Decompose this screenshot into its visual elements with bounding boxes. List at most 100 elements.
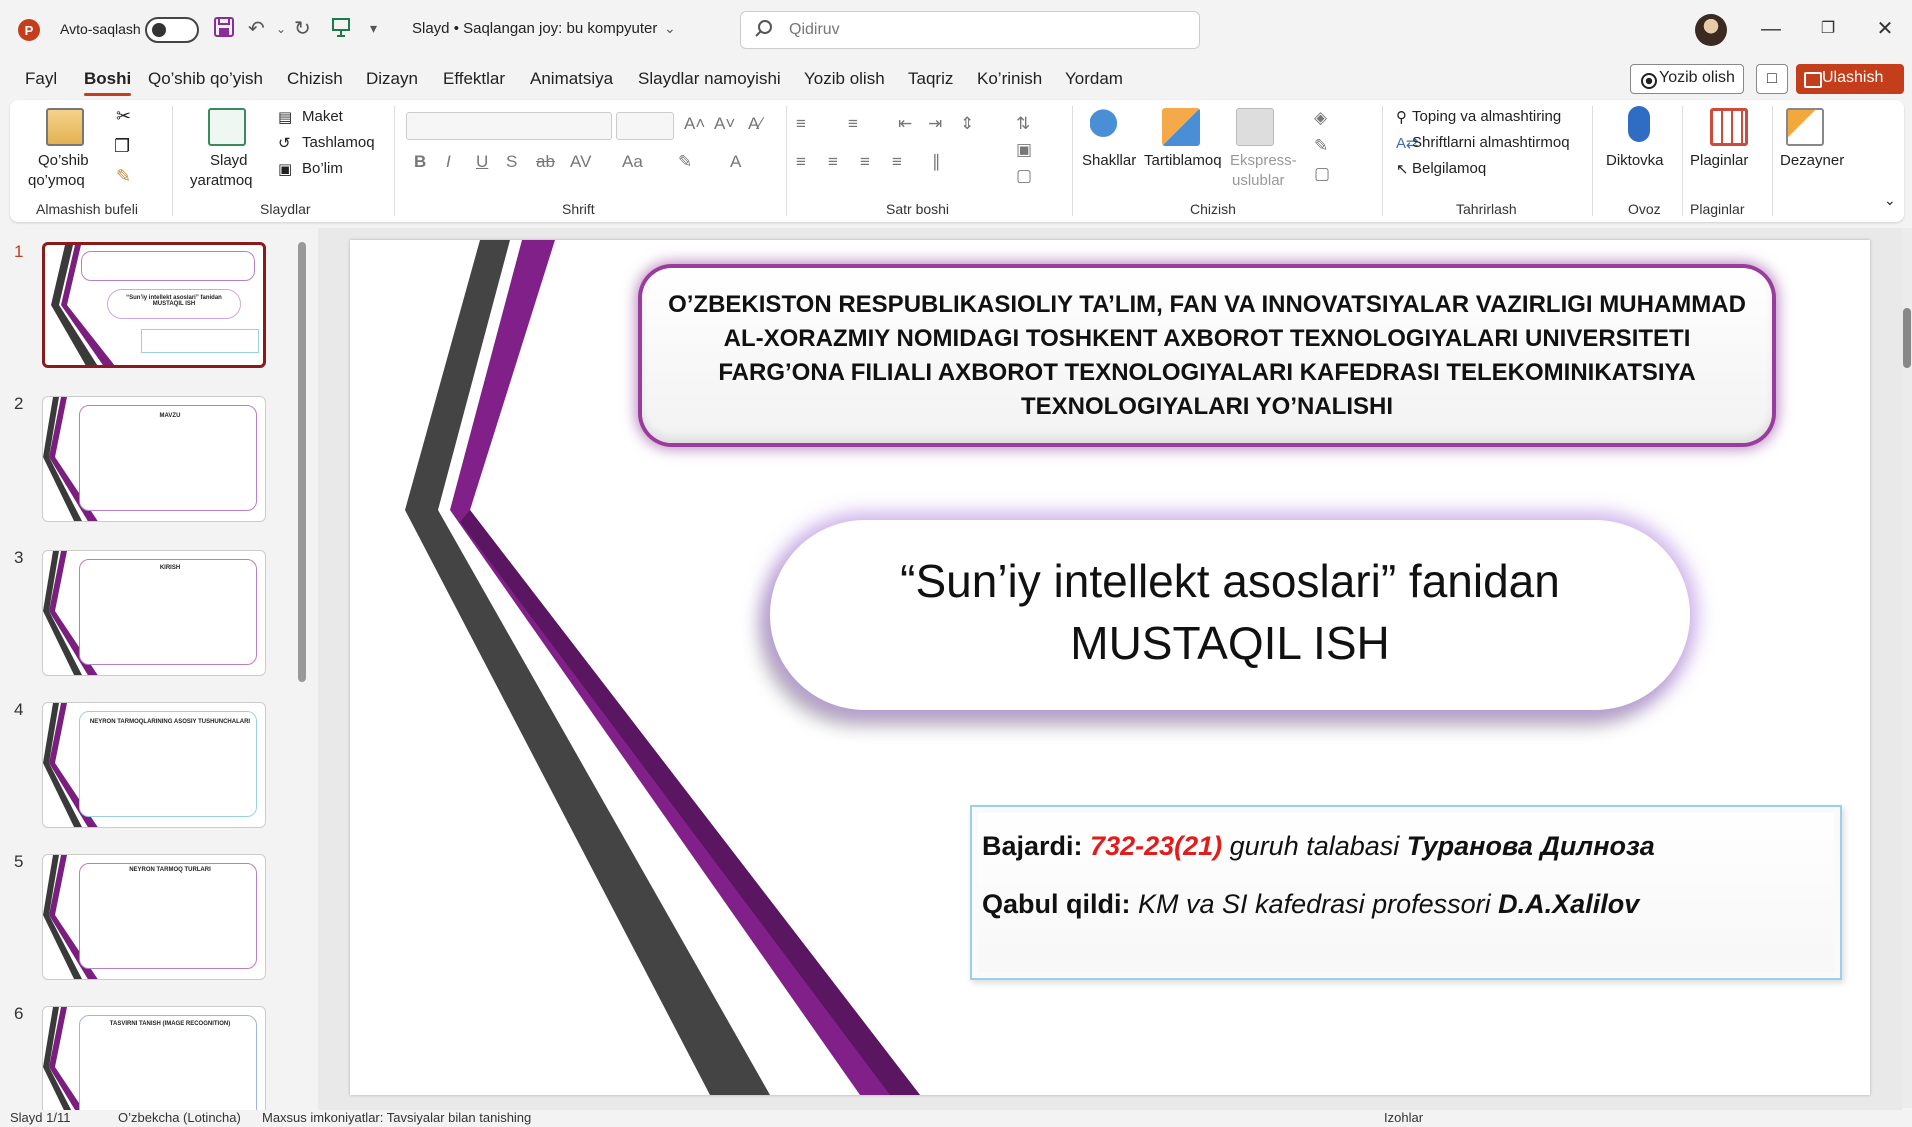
align-text-icon[interactable]: ▣ bbox=[1016, 140, 1032, 160]
search-box[interactable]: Qidiruv bbox=[740, 11, 1200, 49]
paste-label-line2[interactable]: qo’ymoq bbox=[28, 172, 85, 189]
paste-icon[interactable] bbox=[46, 108, 84, 146]
tab-slideshow[interactable]: Slaydlar namoyishi bbox=[638, 69, 781, 89]
chevron-down-icon[interactable]: ⌄ bbox=[664, 20, 676, 37]
record-button[interactable]: Yozib olish bbox=[1630, 64, 1744, 94]
tab-transitions[interactable]: Effektlar bbox=[443, 69, 505, 89]
arrange-icon[interactable] bbox=[1162, 108, 1200, 146]
bold-icon[interactable]: B bbox=[414, 152, 426, 172]
tab-draw[interactable]: Chizish bbox=[287, 69, 343, 89]
reset-button[interactable]: Tashlamoq bbox=[302, 134, 375, 151]
increase-indent-icon[interactable]: ⇥ bbox=[928, 114, 942, 134]
font-size-select[interactable] bbox=[616, 112, 674, 140]
arrange-button[interactable]: Tartiblamoq bbox=[1144, 152, 1222, 169]
new-slide-line1[interactable]: Slayd bbox=[210, 152, 248, 169]
accessibility-status[interactable]: Maxsus imkoniyatlar: Tavsiyalar bilan ta… bbox=[262, 1110, 531, 1125]
quick-styles-line1[interactable]: Ekspress- bbox=[1230, 152, 1297, 169]
close-icon[interactable]: ✕ bbox=[1870, 14, 1900, 44]
restore-icon[interactable]: ❐ bbox=[1813, 14, 1843, 44]
columns-icon[interactable]: ∥ bbox=[932, 152, 941, 172]
change-case-icon[interactable]: Aa bbox=[622, 152, 643, 172]
comments-button[interactable]: □ bbox=[1756, 64, 1788, 94]
shapes-button[interactable]: Shakllar bbox=[1082, 152, 1136, 169]
designer-button[interactable]: Dezayner bbox=[1780, 152, 1844, 169]
language[interactable]: O’zbekcha (Lotincha) bbox=[118, 1110, 241, 1125]
tab-animations[interactable]: Animatsiya bbox=[530, 69, 613, 89]
thumbnail-slide-6[interactable]: TASVIRNI TANISH (IMAGE RECOGNITION) bbox=[42, 1006, 266, 1110]
layout-icon[interactable]: ▤ bbox=[278, 108, 292, 126]
new-slide-icon[interactable] bbox=[208, 108, 246, 146]
institution-header-box[interactable]: O’ZBEKISTON RESPUBLIKASIOLIY TA’LIM, FAN… bbox=[642, 268, 1772, 443]
quick-styles-icon[interactable] bbox=[1236, 108, 1274, 146]
shape-outline-icon[interactable]: ✎ bbox=[1314, 136, 1328, 156]
save-icon[interactable] bbox=[213, 16, 235, 44]
canvas-scrollbar[interactable] bbox=[1902, 228, 1912, 1108]
slide-canvas[interactable]: O’ZBEKISTON RESPUBLIKASIOLIY TA’LIM, FAN… bbox=[350, 240, 1870, 1095]
addins-button[interactable]: Plaginlar bbox=[1690, 152, 1748, 169]
document-title[interactable]: Slayd • Saqlangan joy: bu kompyuter bbox=[412, 20, 657, 37]
section-icon[interactable]: ▣ bbox=[278, 160, 292, 178]
section-button[interactable]: Bo’lim bbox=[302, 160, 343, 177]
thumbnail-slide-2[interactable]: MAVZU bbox=[42, 396, 266, 522]
tab-insert[interactable]: Qo’shib qo’yish bbox=[148, 69, 263, 89]
notes-button[interactable]: Izohlar bbox=[1384, 1110, 1423, 1125]
strikethrough-icon[interactable]: ab bbox=[536, 152, 555, 172]
select-icon[interactable]: ↖ bbox=[1396, 160, 1409, 178]
tab-help[interactable]: Yordam bbox=[1065, 69, 1123, 89]
collapse-ribbon-icon[interactable]: ⌄ bbox=[1884, 192, 1896, 209]
smartart-icon[interactable]: ▢ bbox=[1016, 166, 1032, 186]
justify-icon[interactable]: ≡ bbox=[892, 152, 902, 172]
redo-icon[interactable]: ↻ bbox=[294, 16, 311, 41]
microphone-icon[interactable] bbox=[1628, 106, 1650, 142]
undo-dropdown-icon[interactable]: ⌄ bbox=[276, 22, 286, 36]
shadow-icon[interactable]: S bbox=[506, 152, 517, 172]
font-color-icon[interactable]: A bbox=[730, 152, 741, 172]
copy-icon[interactable]: ❐ bbox=[114, 136, 130, 157]
format-painter-icon[interactable]: ✎ bbox=[116, 166, 131, 187]
thumbnail-slide-3[interactable]: KIRISH bbox=[42, 550, 266, 676]
undo-icon[interactable]: ↶ bbox=[248, 16, 265, 41]
designer-icon[interactable] bbox=[1786, 108, 1824, 146]
customize-toolbar-icon[interactable]: ▾ bbox=[370, 20, 377, 37]
increase-font-icon[interactable]: A˄ bbox=[684, 114, 705, 134]
paste-label-line1[interactable]: Qo’shib bbox=[38, 152, 89, 169]
bullets-icon[interactable]: ≡ bbox=[796, 114, 806, 134]
reset-icon[interactable]: ↺ bbox=[278, 134, 291, 152]
align-right-icon[interactable]: ≡ bbox=[860, 152, 870, 172]
layout-button[interactable]: Maket bbox=[302, 108, 343, 125]
dictate-button[interactable]: Diktovka bbox=[1606, 152, 1664, 169]
thumbnails-scrollbar[interactable] bbox=[296, 228, 308, 1108]
autosave-toggle[interactable] bbox=[145, 17, 199, 43]
tab-record[interactable]: Yozib olish bbox=[804, 69, 885, 89]
replace-fonts-button[interactable]: Shriftlarni almashtirmoq bbox=[1412, 134, 1570, 151]
shape-fill-icon[interactable]: ◈ bbox=[1314, 108, 1327, 128]
tab-home[interactable]: Boshi bbox=[84, 69, 132, 96]
clear-formatting-icon[interactable]: A∕ bbox=[748, 114, 762, 134]
cut-icon[interactable]: ✂ bbox=[116, 106, 131, 127]
addins-icon[interactable] bbox=[1710, 108, 1748, 146]
italic-icon[interactable]: I bbox=[446, 152, 451, 172]
present-icon[interactable] bbox=[330, 16, 352, 44]
select-button[interactable]: Belgilamoq bbox=[1412, 160, 1486, 177]
tab-file[interactable]: Fayl bbox=[25, 69, 57, 89]
find-replace-button[interactable]: Toping va almashtiring bbox=[1412, 108, 1561, 125]
font-family-select[interactable] bbox=[406, 112, 612, 140]
author-info-box[interactable]: Bajardi: 732-23(21) guruh talabasi Туран… bbox=[970, 805, 1842, 980]
tab-review[interactable]: Taqriz bbox=[908, 69, 953, 89]
tab-view[interactable]: Ko’rinish bbox=[977, 69, 1042, 89]
decrease-indent-icon[interactable]: ⇤ bbox=[898, 114, 912, 134]
line-spacing-icon[interactable]: ⇕ bbox=[960, 114, 974, 134]
tab-design[interactable]: Dizayn bbox=[366, 69, 418, 89]
shape-effects-icon[interactable]: ▢ bbox=[1314, 164, 1330, 184]
thumbnail-slide-5[interactable]: NEYRON TARMOQ TURLARI bbox=[42, 854, 266, 980]
title-oval[interactable]: “Sun’iy intellekt asoslari” fanidan MUST… bbox=[770, 520, 1690, 710]
find-icon[interactable]: ⚲ bbox=[1396, 108, 1407, 126]
character-spacing-icon[interactable]: AV bbox=[570, 152, 591, 172]
quick-styles-line2[interactable]: uslublar bbox=[1232, 172, 1285, 189]
align-center-icon[interactable]: ≡ bbox=[828, 152, 838, 172]
minimize-icon[interactable]: — bbox=[1756, 14, 1786, 44]
user-avatar[interactable] bbox=[1695, 14, 1727, 46]
new-slide-line2[interactable]: yaratmoq bbox=[190, 172, 253, 189]
text-direction-icon[interactable]: ⇅ bbox=[1016, 114, 1030, 134]
numbering-icon[interactable]: ≡ bbox=[848, 114, 858, 134]
